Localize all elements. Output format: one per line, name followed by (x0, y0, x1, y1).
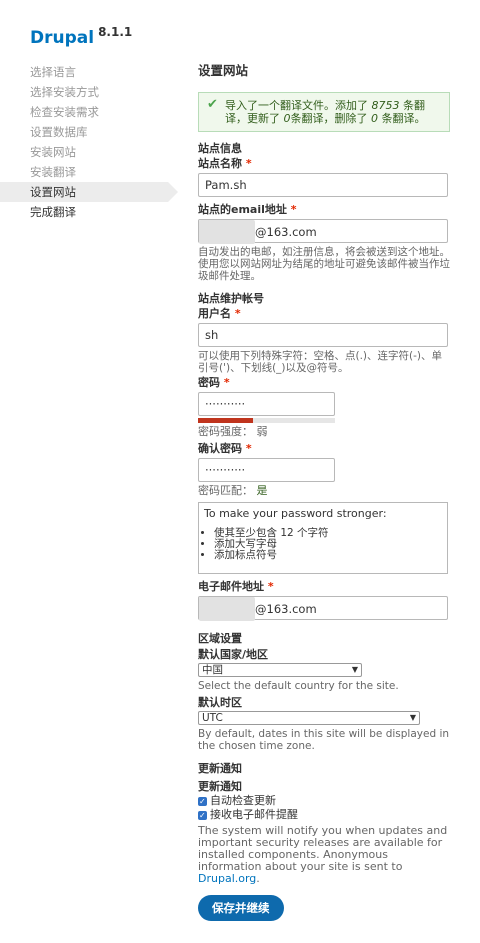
site-name-label: 站点名称 * (198, 157, 252, 170)
chevron-down-icon: ▼ (351, 665, 358, 674)
status-message: ✔ 导入了一个翻译文件。添加了 8753 条翻译，更新了 0条翻译，删除了 0 … (198, 92, 450, 132)
password-input[interactable]: ··········· (198, 392, 335, 416)
password-label: 密码 * (198, 376, 230, 389)
email-updates-option[interactable]: 接收电子邮件提醒 (198, 808, 450, 823)
suggestion-item: 添加标点符号 (214, 550, 442, 561)
check-updates-option[interactable]: 自动检查更新 (198, 794, 450, 809)
checkbox-checked-icon[interactable] (198, 795, 207, 809)
drupal-org-link[interactable]: Drupal.org (198, 872, 256, 885)
redacted-area (199, 597, 255, 621)
drupal-logo-text: Drupal (30, 28, 95, 48)
redacted-area (199, 220, 255, 244)
site-info-heading: 站点信息 (198, 142, 242, 155)
timezone-select[interactable]: UTC ▼ (198, 711, 420, 725)
step-item: 设置数据库 (30, 125, 88, 139)
confirm-password-input[interactable]: ··········· (198, 458, 335, 482)
updates-heading: 更新通知 (198, 762, 242, 775)
password-strength: 密码强度： 弱 (198, 425, 268, 438)
country-select[interactable]: 中国 ▼ (198, 663, 362, 677)
step-item: 安装网站 (30, 145, 76, 159)
country-label: 默认国家/地区 (198, 648, 269, 661)
site-email-label: 站点的email地址 * (198, 203, 297, 216)
main-form: 设置网站 ✔ 导入了一个翻译文件。添加了 8753 条翻译，更新了 0条翻译，删… (198, 62, 450, 921)
password-match: 密码匹配： 是 (198, 484, 268, 497)
timezone-label: 默认时区 (198, 696, 242, 709)
updates-description: The system will notify you when updates … (198, 824, 448, 885)
suggestions-title: To make your password stronger: (204, 507, 387, 520)
site-email-input[interactable]: @163.com (198, 219, 448, 244)
chevron-down-icon: ▼ (409, 713, 416, 722)
site-name-input[interactable]: Pam.sh (198, 173, 448, 197)
step-item-active: 设置网站 (0, 182, 178, 202)
timezone-description: By default, dates in this site will be d… (198, 728, 450, 752)
step-item: 检查安装需求 (30, 105, 99, 119)
password-suggestions: To make your password stronger: 使其至少包含 1… (198, 502, 448, 574)
regional-heading: 区域设置 (198, 632, 242, 645)
page-title: 设置网站 (198, 63, 249, 78)
step-item: 选择语言 (30, 65, 76, 79)
username-label: 用户名 * (198, 307, 241, 320)
country-description: Select the default country for the site. (198, 680, 399, 692)
brand: Drupal 8.1.1 (30, 25, 133, 48)
version-label: 8.1.1 (98, 25, 133, 39)
account-heading: 站点维护帐号 (198, 292, 264, 305)
step-item: 选择安装方式 (30, 85, 99, 99)
account-email-input[interactable]: @163.com (198, 596, 448, 621)
step-item-todo: 完成翻译 (30, 205, 76, 219)
password-strength-fill (198, 418, 253, 423)
account-email-label: 电子邮件地址 * (198, 580, 274, 593)
checkbox-checked-icon[interactable] (198, 809, 207, 823)
site-email-description: 自动发出的电邮，如注册信息，将会被送到这个地址。使用您以网站网址为结尾的地址可避… (198, 246, 450, 282)
install-steps: 选择语言 选择安装方式 检查安装需求 设置数据库 安装网站 安装翻译 设置网站 … (0, 62, 180, 222)
updates-label: 更新通知 (198, 780, 242, 793)
save-continue-button[interactable]: 保存并继续 (198, 895, 284, 921)
password-strength-bar (198, 418, 335, 423)
confirm-password-label: 确认密码 * (198, 442, 252, 455)
check-icon: ✔ (207, 97, 218, 112)
username-description: 可以使用下列特殊字符：空格、点(.)、连字符(-)、单引号(')、下划线(_)以… (198, 350, 443, 374)
username-input[interactable]: sh (198, 323, 448, 347)
step-item: 安装翻译 (30, 165, 76, 179)
